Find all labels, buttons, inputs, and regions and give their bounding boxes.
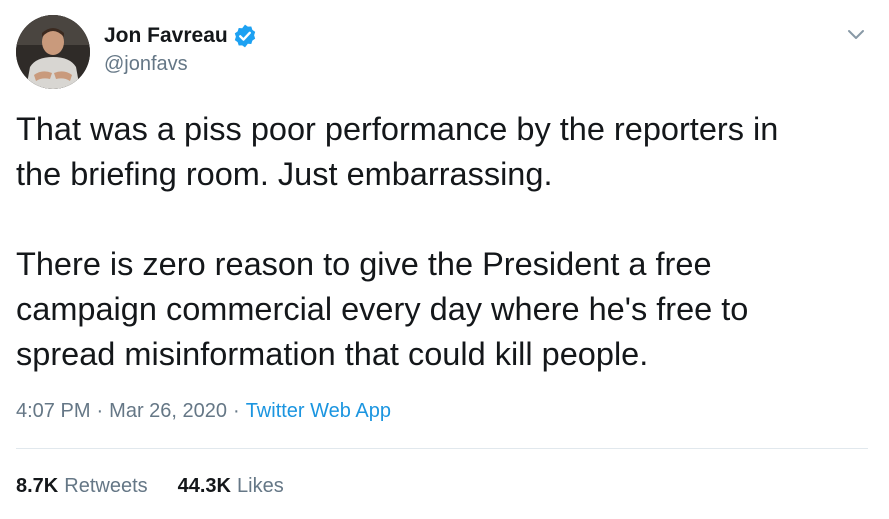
meta-separator: ·: [233, 399, 240, 422]
verified-badge-icon: [234, 24, 255, 48]
divider: [16, 448, 868, 449]
tweet-line: the briefing room. Just embarrassing.: [16, 156, 553, 192]
likes-count: 44.3K: [177, 474, 231, 497]
retweets-label: Retweets: [64, 474, 148, 497]
tweet-date[interactable]: Mar 26, 2020: [109, 400, 227, 423]
tweet-meta: 4:07 PM · Mar 26, 2020 · Twitter Web App: [16, 396, 391, 426]
tweet-source-link[interactable]: Twitter Web App: [246, 400, 391, 423]
chevron-down-icon[interactable]: [842, 20, 870, 48]
avatar-image: [16, 15, 90, 89]
author-name-row[interactable]: Jon Favreau: [104, 23, 258, 49]
avatar[interactable]: [16, 15, 90, 89]
likes-stat[interactable]: 44.3K Likes: [178, 475, 284, 498]
tweet-time[interactable]: 4:07 PM: [16, 400, 90, 423]
likes-label: Likes: [237, 474, 284, 497]
meta-separator: ·: [96, 399, 104, 422]
retweets-stat[interactable]: 8.7K Retweets: [16, 475, 148, 498]
tweet-line: That was a piss poor performance by the …: [16, 111, 779, 147]
tweet-text: That was a piss poor performance by the …: [16, 107, 876, 377]
tweet-card: Jon Favreau @jonfavs That was a piss poo…: [0, 0, 889, 519]
retweets-count: 8.7K: [16, 474, 59, 497]
tweet-line: campaign commercial every day where he's…: [16, 291, 749, 327]
tweet-line: spread misinformation that could kill pe…: [16, 336, 649, 372]
author-handle[interactable]: @jonfavs: [104, 52, 188, 76]
tweet-stats: 8.7K Retweets 44.3K Likes: [16, 471, 284, 501]
tweet-line: There is zero reason to give the Preside…: [16, 246, 712, 282]
display-name[interactable]: Jon Favreau: [104, 23, 228, 49]
